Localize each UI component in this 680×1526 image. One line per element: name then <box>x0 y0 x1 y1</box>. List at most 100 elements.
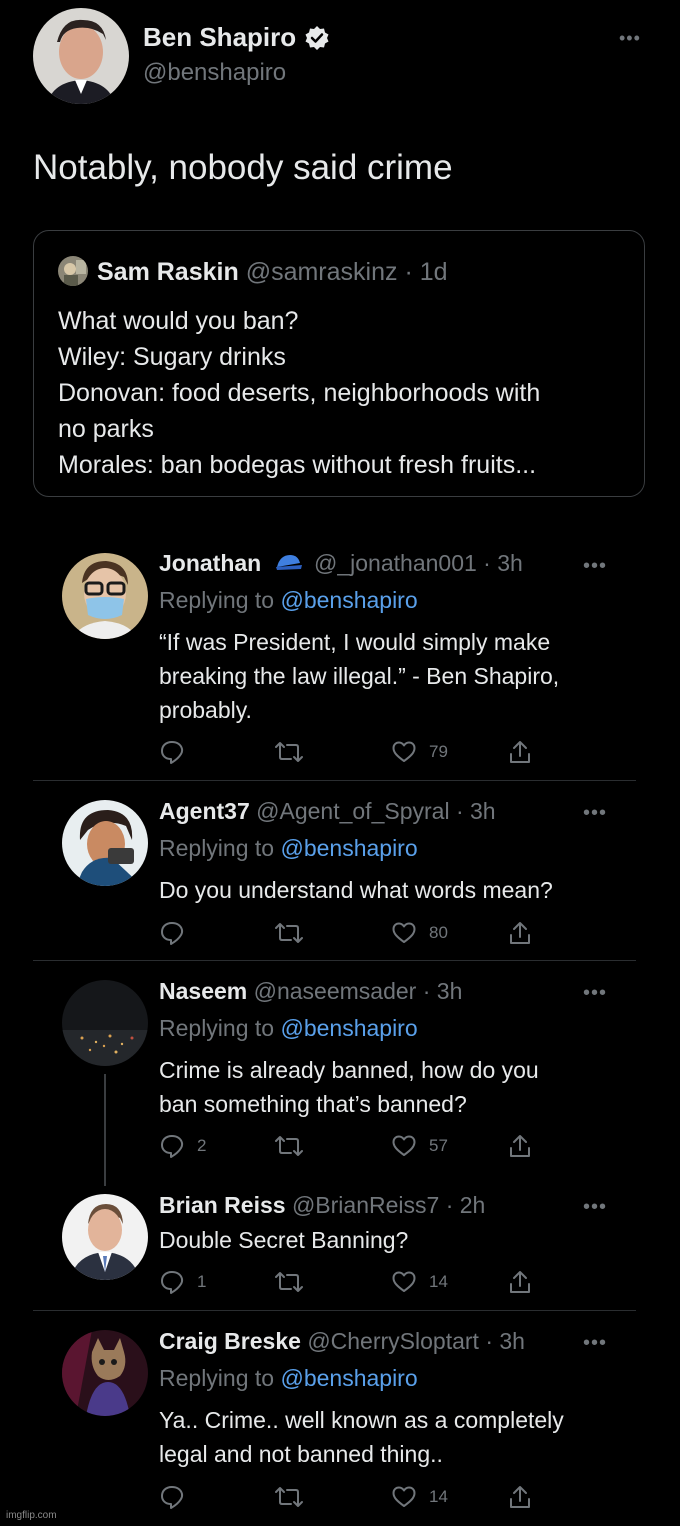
watermark: imgflip.com <box>6 1510 57 1521</box>
reply-author-handle[interactable]: @BrianReiss7 <box>292 1192 439 1218</box>
heart-icon <box>392 1271 416 1292</box>
share-button[interactable] <box>508 918 532 948</box>
heart-icon <box>392 1135 416 1156</box>
share-button[interactable] <box>508 1482 532 1512</box>
comment-icon <box>161 741 184 764</box>
reply-time[interactable]: · 3h <box>485 1328 525 1354</box>
heart-icon <box>392 1486 416 1507</box>
like-button[interactable]: 14 <box>391 1267 448 1297</box>
more-options-icon[interactable]: ••• <box>583 556 607 576</box>
more-options-icon[interactable]: ••• <box>583 983 607 1003</box>
avatar-naseem[interactable] <box>62 980 148 1066</box>
share-button[interactable] <box>508 1131 532 1161</box>
replying-to-mention[interactable]: @benshapiro <box>280 587 417 613</box>
retweet-icon <box>275 742 303 762</box>
reply-author-handle[interactable]: @_jonathan001 <box>314 550 477 576</box>
author-name[interactable]: Ben Shapiro <box>143 20 296 54</box>
replying-to-line: Replying to @benshapiro <box>159 831 418 865</box>
share-icon <box>510 1135 530 1157</box>
action-bar: 2 57 <box>159 1131 539 1161</box>
retweet-icon <box>275 1272 303 1292</box>
author-handle[interactable]: @benshapiro <box>143 57 286 89</box>
avatar-agent37[interactable] <box>62 800 148 886</box>
tweet-text: Notably, nobody said crime <box>33 148 453 187</box>
retweet-button[interactable] <box>274 1267 304 1297</box>
comment-icon <box>161 1135 184 1158</box>
share-icon <box>510 1271 530 1293</box>
replying-to-mention[interactable]: @benshapiro <box>280 835 417 861</box>
replying-to-line: Replying to @benshapiro <box>159 1361 418 1395</box>
quoted-tweet-text: What would you ban? Wiley: Sugary drinks… <box>58 303 540 483</box>
share-button[interactable] <box>508 1267 532 1297</box>
like-button[interactable]: 14 <box>391 1482 448 1512</box>
replying-to-mention[interactable]: @benshapiro <box>280 1365 417 1391</box>
like-button[interactable]: 80 <box>391 918 448 948</box>
replying-to-mention[interactable]: @benshapiro <box>280 1015 417 1041</box>
retweet-button[interactable] <box>274 1482 304 1512</box>
like-count: 80 <box>429 923 448 942</box>
share-icon <box>510 1486 530 1508</box>
avatar-brian-reiss[interactable] <box>62 1194 148 1280</box>
retweet-icon <box>275 1136 303 1156</box>
comment-icon <box>161 922 184 945</box>
divider <box>33 1310 636 1311</box>
reply-button[interactable]: 1 <box>159 1267 206 1297</box>
reply-text: Crime is already banned, how do you ban … <box>159 1057 539 1117</box>
quoted-author-handle[interactable]: @samraskinz <box>246 258 398 286</box>
like-button[interactable]: 57 <box>391 1131 448 1161</box>
reply-time[interactable]: · 3h <box>423 978 463 1004</box>
avatar-jonathan[interactable] <box>62 553 148 639</box>
quoted-line: Wiley: Sugary drinks <box>58 343 286 371</box>
reply-author-handle[interactable]: @Agent_of_Spyral <box>256 798 449 824</box>
more-options-icon[interactable]: ••• <box>583 1333 607 1353</box>
reply-time[interactable]: · 3h <box>483 550 523 576</box>
like-count: 14 <box>429 1272 448 1291</box>
share-button[interactable] <box>508 737 532 767</box>
reply-author-name[interactable]: Brian Reiss <box>159 1192 286 1218</box>
replying-to-label: Replying to <box>159 1365 275 1391</box>
reply-button[interactable] <box>159 918 197 948</box>
reply-text: “If was President, I would simply make b… <box>159 629 560 723</box>
avatar-craig-breske[interactable] <box>62 1330 148 1416</box>
heart-icon <box>392 741 416 762</box>
quoted-author-name[interactable]: Sam Raskin <box>97 258 239 286</box>
reply-author-name[interactable]: Jonathan <box>159 550 261 576</box>
reply-author-name[interactable]: Agent37 <box>159 798 250 824</box>
reply-text: Double Secret Banning? <box>159 1227 409 1253</box>
comment-icon <box>161 1486 184 1509</box>
reply-button[interactable]: 2 <box>159 1131 206 1161</box>
avatar-sam-raskin[interactable] <box>58 256 88 286</box>
retweet-button[interactable] <box>274 737 304 767</box>
reply-author-handle[interactable]: @CherrySloptart <box>307 1328 479 1354</box>
reply-time[interactable]: · 3h <box>456 798 496 824</box>
quoted-line: no parks <box>58 415 154 443</box>
replying-to-label: Replying to <box>159 835 275 861</box>
heart-icon <box>392 922 416 943</box>
reply-author-name[interactable]: Craig Breske <box>159 1328 301 1354</box>
more-options-icon[interactable]: ••• <box>619 29 641 47</box>
reply-count: 1 <box>197 1272 207 1291</box>
share-icon <box>510 922 530 944</box>
like-button[interactable]: 79 <box>391 737 448 767</box>
retweet-button[interactable] <box>274 918 304 948</box>
reply-time[interactable]: · 2h <box>446 1192 486 1218</box>
reply-header: Brian Reiss @BrianReiss7 · 2h <box>159 1188 485 1222</box>
thread-connector-line <box>104 1074 106 1186</box>
reply-button[interactable] <box>159 1482 197 1512</box>
replying-to-label: Replying to <box>159 587 275 613</box>
replying-to-line: Replying to @benshapiro <box>159 583 418 617</box>
more-options-icon[interactable]: ••• <box>583 1197 607 1217</box>
retweet-button[interactable] <box>274 1131 304 1161</box>
more-options-icon[interactable]: ••• <box>583 803 607 823</box>
action-bar: 14 <box>159 1482 539 1512</box>
reply-author-handle[interactable]: @naseemsader <box>254 978 417 1004</box>
quoted-tweet-time[interactable]: · 1d <box>404 258 447 286</box>
reply-button[interactable] <box>159 737 197 767</box>
action-bar: 79 <box>159 737 539 767</box>
verified-badge-icon <box>304 25 330 51</box>
action-bar: 1 14 <box>159 1267 539 1297</box>
reply-author-name[interactable]: Naseem <box>159 978 247 1004</box>
like-count: 79 <box>429 742 448 761</box>
avatar-ben-shapiro[interactable] <box>33 8 129 104</box>
replying-to-label: Replying to <box>159 1015 275 1041</box>
